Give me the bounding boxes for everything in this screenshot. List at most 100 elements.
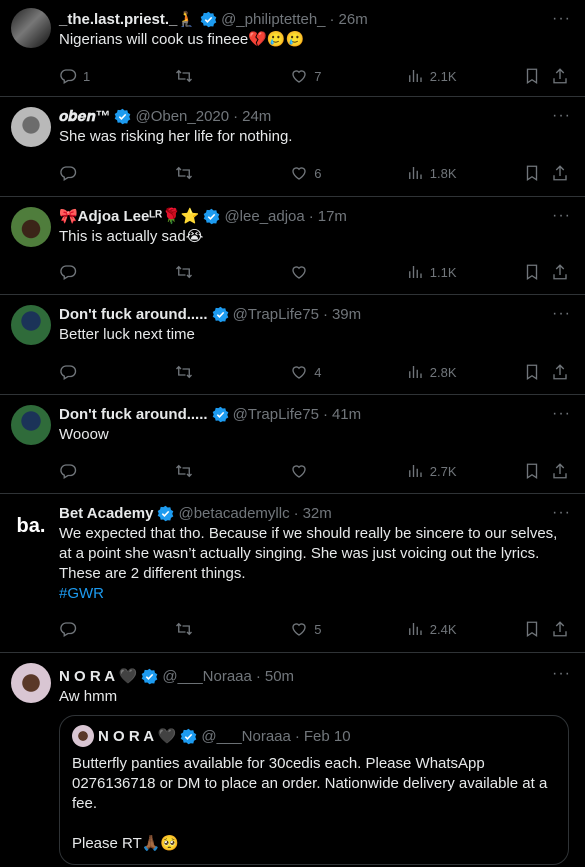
avatar[interactable] [11,207,51,247]
retweet-button[interactable] [175,462,291,480]
retweet-button[interactable] [175,263,291,281]
reply-button[interactable] [59,462,175,480]
reply-button[interactable] [59,363,175,381]
reply-button[interactable] [59,164,175,182]
views-button[interactable]: 1.1K [406,263,524,281]
views-button[interactable]: 2.7K [406,462,524,480]
share-button[interactable] [551,620,569,638]
action-bar: 5 2.4K [59,609,569,649]
avatar[interactable]: ba. [11,506,51,546]
like-button[interactable]: 5 [290,620,406,638]
author-handle[interactable]: @betacademyllc [178,505,289,522]
author-handle[interactable]: @Oben_2020 [135,108,229,125]
tweet[interactable]: N O R A 🖤 @___Noraaa · 50m ··· Aw hmm N … [0,653,585,865]
avatar[interactable] [11,405,51,445]
timestamp[interactable]: 50m [265,668,294,685]
more-icon[interactable]: ··· [552,107,571,125]
bookmark-button[interactable] [523,363,551,381]
avatar[interactable] [11,663,51,703]
timestamp[interactable]: 24m [242,108,271,125]
author-handle[interactable]: @TrapLife75 [233,306,319,323]
share-button[interactable] [551,462,569,480]
reply-button[interactable]: 1 [59,67,175,85]
like-icon [290,263,308,281]
views-button[interactable]: 1.8K [406,164,524,182]
avatar[interactable] [11,305,51,345]
more-icon[interactable]: ··· [552,10,571,28]
views-button[interactable]: 2.1K [406,67,524,85]
avatar-logo-text: ba. [16,514,46,537]
bookmark-button[interactable] [523,462,551,480]
tweet-text: Aw hmm [59,688,118,705]
bookmark-button[interactable] [523,263,551,281]
retweet-icon [175,363,193,381]
reply-button[interactable] [59,263,175,281]
quoted-tweet[interactable]: N O R A 🖤 @___Noraaa · Feb 10 Butterfly … [59,715,569,865]
more-icon[interactable]: ··· [552,207,571,225]
retweet-button[interactable] [175,67,291,85]
views-button[interactable]: 2.8K [406,363,524,381]
like-button[interactable]: 7 [290,67,406,85]
author-name[interactable]: 𝒐𝒃𝒆𝒏™ [59,108,110,125]
retweet-button[interactable] [175,164,291,182]
like-button[interactable]: 6 [290,164,406,182]
bookmark-button[interactable] [523,620,551,638]
views-count: 2.1K [429,68,457,84]
more-icon[interactable]: ··· [552,405,571,423]
timestamp[interactable]: 41m [332,406,361,423]
bookmark-icon [523,620,541,638]
like-count: 7 [314,68,322,84]
retweet-button[interactable] [175,363,291,381]
timestamp[interactable]: 39m [332,306,361,323]
verified-icon [200,11,217,28]
more-icon[interactable]: ··· [552,665,571,683]
tweet[interactable]: ba. Bet Academy @betacademyllc · 32m ···… [0,494,585,653]
avatar[interactable] [11,107,51,147]
reply-icon [59,67,77,85]
author-name[interactable]: N O R A 🖤 [59,667,137,685]
author-name[interactable]: 🎀Adjoa Leeᴸᴿ🌹⭐ [59,207,199,225]
author-handle[interactable]: @_philiptetteh_ [221,11,325,28]
separator-dot: · [294,727,300,745]
tweet[interactable]: _the.last.priest._🧎 @_philiptetteh_ · 26… [0,0,585,97]
avatar[interactable] [11,8,51,48]
like-button[interactable]: 4 [290,363,406,381]
author-handle[interactable]: @___Noraaa [162,668,251,685]
tweet-header: 𝒐𝒃𝒆𝒏™ @Oben_2020 · 24m [59,105,569,127]
author-name[interactable]: _the.last.priest._🧎 [59,10,196,28]
tweet[interactable]: 🎀Adjoa Leeᴸᴿ🌹⭐ @lee_adjoa · 17m ··· This… [0,197,585,295]
reply-button[interactable] [59,620,175,638]
tweet[interactable]: 𝒐𝒃𝒆𝒏™ @Oben_2020 · 24m ··· She was riski… [0,97,585,197]
like-button[interactable] [290,462,406,480]
timestamp[interactable]: 26m [339,11,368,28]
more-icon[interactable]: ··· [552,305,571,323]
timestamp[interactable]: 17m [318,208,347,225]
reply-icon [59,164,77,182]
bookmark-button[interactable] [523,164,551,182]
retweet-icon [175,164,193,182]
tweet-header: Bet Academy @betacademyllc · 32m [59,502,569,524]
action-bar: 1.1K [59,252,569,292]
author-name[interactable]: Bet Academy [59,505,153,522]
hashtag-link[interactable]: #GWR [59,584,569,604]
author-name[interactable]: Don't fuck around..... [59,406,208,423]
separator-dot: · [329,10,335,28]
tweet[interactable]: Don't fuck around..... @TrapLife75 · 39m… [0,295,585,395]
views-button[interactable]: 2.4K [406,620,524,638]
retweet-button[interactable] [175,620,291,638]
quote-text-2: Please RT🙏🏾🥺 [72,835,180,852]
author-name[interactable]: Don't fuck around..... [59,306,208,323]
author-handle[interactable]: @TrapLife75 [233,406,319,423]
share-button[interactable] [551,363,569,381]
bookmark-button[interactable] [523,67,551,85]
tweet-text: This is actually sad😭 [59,228,204,245]
share-button[interactable] [551,263,569,281]
share-button[interactable] [551,67,569,85]
timestamp[interactable]: 32m [303,505,332,522]
like-icon [290,363,308,381]
share-button[interactable] [551,164,569,182]
like-button[interactable] [290,263,406,281]
tweet[interactable]: Don't fuck around..... @TrapLife75 · 41m… [0,395,585,494]
author-handle[interactable]: @lee_adjoa [224,208,304,225]
more-icon[interactable]: ··· [552,504,571,522]
